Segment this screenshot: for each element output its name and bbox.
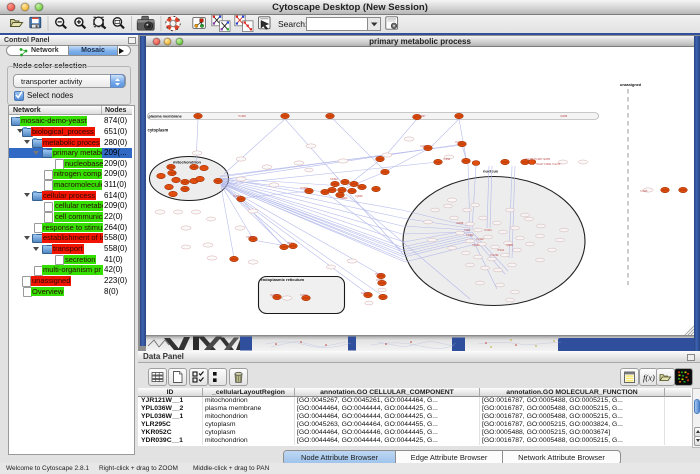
svg-text:Ygl122: Ygl122 [472, 244, 480, 247]
svg-text:Ybr010: Ybr010 [484, 229, 492, 232]
svg-text:Yhr094: Yhr094 [300, 187, 308, 190]
svg-text:Ylr044: Ylr044 [497, 249, 505, 252]
svg-text:Ylr258: Ylr258 [443, 158, 451, 161]
svg-text:Ydl194: Ydl194 [300, 294, 308, 297]
svg-text:nucleus: nucleus [483, 168, 499, 173]
svg-text:Yal038: Yal038 [456, 222, 464, 225]
svg-text:plasma membrane: plasma membrane [149, 115, 182, 119]
svg-text:Yll043: Yll043 [287, 242, 294, 245]
svg-text:Ygl253: Ygl253 [376, 279, 384, 282]
svg-text:Yor271: Yor271 [455, 141, 463, 144]
svg-text:f(x): f(x) [643, 373, 655, 383]
svg-text:Ygr192: Ygr192 [476, 238, 484, 241]
svg-text:Ykl127 Ydl021 Ymr278: Ykl127 Ydl021 Ymr278 [536, 163, 561, 166]
svg-text:Search:: Search: [278, 19, 307, 29]
svg-text:Ypr156: Ypr156 [270, 294, 278, 297]
svg-text:Yxl02: Yxl02 [464, 229, 471, 232]
svg-text:Ypl061: Ypl061 [506, 244, 514, 247]
svg-text:Yhr092: Yhr092 [375, 273, 383, 276]
svg-text:Ygl037: Ygl037 [418, 115, 426, 118]
svg-text:mitochondrion: mitochondrion [173, 160, 202, 165]
svg-text:Ydl140: Ydl140 [466, 234, 474, 237]
svg-text:Yor222: Yor222 [233, 195, 241, 198]
svg-text:endoplasmic reticulum: endoplasmic reticulum [261, 277, 305, 282]
svg-text:Ykl060: Ykl060 [340, 197, 348, 200]
svg-text:Ymr105 Ybr196 Ydr050: Ymr105 Ybr196 Ydr050 [525, 158, 551, 161]
svg-text:Ydr536: Ydr536 [246, 236, 254, 239]
svg-text:Ybr298: Ybr298 [238, 115, 246, 118]
svg-text:cytoplasm: cytoplasm [148, 127, 169, 132]
svg-text:Yel069: Yel069 [361, 292, 369, 295]
svg-text:Ydr342: Ydr342 [330, 178, 338, 181]
svg-text:Ygl008: Ygl008 [355, 195, 363, 198]
svg-text:Ycl025: Ycl025 [640, 190, 648, 193]
svg-text:Ygl255: Ygl255 [420, 145, 428, 148]
svg-text:Ymr290: Ymr290 [490, 254, 499, 257]
svg-text:Ypl265: Ypl265 [560, 115, 568, 118]
svg-text:unassigned: unassigned [620, 83, 642, 87]
